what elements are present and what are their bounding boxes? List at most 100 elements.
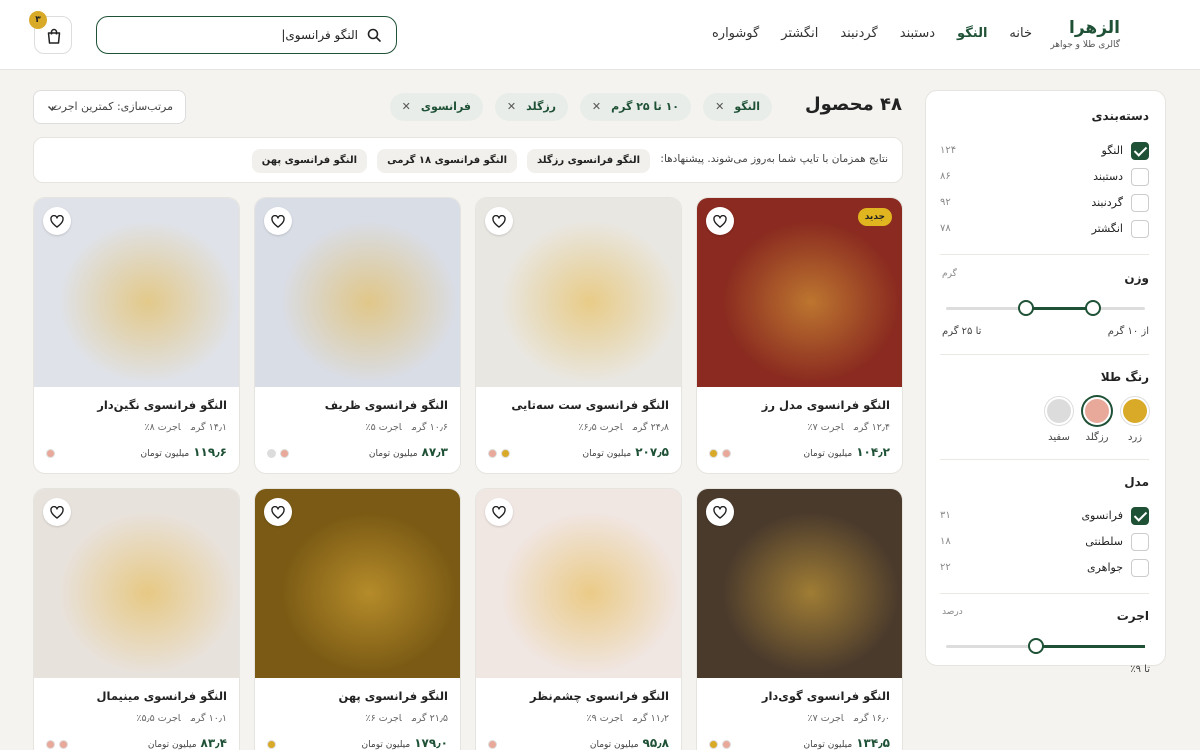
filter-chip[interactable]: رزگلد ✕ (494, 93, 568, 121)
checkbox[interactable] (1131, 507, 1149, 525)
color-swatch-rosegold[interactable] (1083, 397, 1111, 425)
checkbox[interactable] (1131, 220, 1149, 238)
product-card[interactable]: النگو فرانسوی گوی‌دار ۱۶٫۰ گرم اجرت ۷٪ ۱۳۴٫… (696, 488, 903, 750)
price-unit: میلیون تومان (803, 740, 853, 750)
filter-label: گردنبند (1091, 196, 1123, 209)
filter-model-item[interactable]: جواهری ۲۲ (940, 558, 1149, 578)
nav-necklace[interactable]: گردنبند (840, 26, 877, 41)
product-name[interactable]: النگو فرانسوی مینیمال (97, 689, 227, 703)
suggestion-chip[interactable]: النگو فرانسوی رزگلد (526, 149, 650, 173)
weight-max-handle[interactable] (1017, 300, 1034, 316)
heart-icon[interactable] (43, 207, 71, 235)
checkbox[interactable] (1131, 168, 1149, 186)
product-name[interactable]: النگو فرانسوی ست سه‌تایی (511, 398, 669, 412)
color-dot[interactable] (722, 740, 731, 749)
filter-chip[interactable]: النگو ✕ (703, 93, 772, 121)
product-card[interactable]: النگو فرانسوی ست سه‌تایی ۲۴٫۸ گرم اجرت ۶٫۵… (475, 197, 682, 474)
product-card[interactable]: النگو فرانسوی چشم‌نظر ۱۱٫۲ گرم اجرت ۹٪ ۹۵٫۸… (475, 488, 682, 750)
checkbox[interactable] (1131, 559, 1149, 577)
color-swatch-white[interactable] (1045, 397, 1073, 425)
search-icon[interactable] (366, 27, 382, 43)
checkbox[interactable] (1131, 533, 1149, 551)
filter-category-item[interactable]: انگشتر ۷۸ (940, 219, 1149, 239)
product-card[interactable]: النگو فرانسوی پهن ۲۱٫۵ گرم اجرت ۶٪ ۱۷۹٫۰میل… (254, 488, 461, 750)
filter-model-title: مدل (1124, 475, 1149, 489)
color-swatch-yellow[interactable] (1121, 397, 1149, 425)
product-wage: اجرت ۵٪ (365, 422, 402, 433)
color-dot[interactable] (709, 740, 718, 749)
filter-model-item[interactable]: سلطنتی ۱۸ (940, 532, 1149, 552)
brand-tagline: گالری طلا و جواهر (1050, 40, 1120, 50)
wage-handle[interactable] (1027, 638, 1044, 654)
checkbox[interactable] (1131, 142, 1149, 160)
close-icon[interactable]: ✕ (507, 100, 516, 113)
color-dot[interactable] (280, 449, 289, 458)
product-name[interactable]: النگو فرانسوی گوی‌دار (762, 689, 890, 703)
search-input[interactable] (128, 25, 358, 45)
color-dot[interactable] (722, 449, 731, 458)
cart-button[interactable]: ۳ (29, 11, 72, 54)
filter-category-item[interactable]: گردنبند ۹۲ (940, 193, 1149, 213)
heart-icon[interactable] (485, 498, 513, 526)
weight-slider-range (1025, 307, 1094, 310)
color-dot[interactable] (267, 740, 276, 749)
heart-icon[interactable] (264, 207, 292, 235)
search-box (96, 16, 397, 54)
product-card[interactable]: جدید النگو فرانسوی مدل رز ۱۲٫۴ گرماجرت ۷٪ ۱… (696, 197, 903, 474)
color-dot[interactable] (46, 449, 55, 458)
weight-min-handle[interactable] (1085, 300, 1102, 316)
filter-category-item[interactable]: النگو ۱۲۴ (940, 141, 1149, 161)
suggestion-chip[interactable]: النگو فرانسوی پهن (251, 149, 367, 173)
color-label: زرد (1127, 432, 1143, 443)
close-icon[interactable]: ✕ (592, 100, 601, 113)
divider (940, 593, 1149, 594)
product-name[interactable]: النگو فرانسوی مدل رز (762, 398, 890, 412)
color-options (267, 740, 276, 749)
product-name[interactable]: النگو فرانسوی نگین‌دار (97, 398, 227, 412)
color-dot[interactable] (488, 449, 497, 458)
product-meta: ۱۰٫۱ گرم اجرت ۵٫۵٪ (126, 713, 227, 724)
product-name[interactable]: النگو فرانسوی چشم‌نظر (530, 689, 669, 703)
color-dot[interactable] (488, 740, 497, 749)
brand-logo[interactable]: الزهرا گالری طلا و جواهر (1050, 18, 1120, 50)
product-meta: ۱۰٫۶ گرم اجرت ۵٪ (356, 422, 448, 433)
price-value: ۱۷۹٫۰ (414, 736, 448, 750)
filter-chip[interactable]: ۱۰ تا ۲۵ گرم ✕ (579, 93, 691, 121)
close-icon[interactable]: ✕ (402, 100, 411, 113)
weight-unit: گرم (942, 269, 957, 279)
filter-count: ۸۶ (940, 171, 951, 182)
color-options (46, 449, 55, 458)
filter-category-item[interactable]: دستبند ۸۶ (940, 167, 1149, 187)
price-value: ۲۰۷٫۵ (635, 445, 669, 459)
filter-model-item[interactable]: فرانسوی ۳۱ (940, 506, 1149, 526)
product-wage: اجرت ۶٪ (365, 713, 402, 724)
product-name[interactable]: النگو فرانسوی ظریف (325, 398, 448, 412)
color-dot[interactable] (46, 740, 55, 749)
product-card[interactable]: النگو فرانسوی نگین‌دار ۱۴٫۱ گرم اجرت ۸٪ ۱۱۹… (33, 197, 240, 474)
price-value: ۱۳۴٫۵ (856, 736, 890, 750)
color-dot[interactable] (267, 449, 276, 458)
product-card[interactable]: النگو فرانسوی ظریف ۱۰٫۶ گرم اجرت ۵٪ ۸۷٫۳میل… (254, 197, 461, 474)
checkbox[interactable] (1131, 194, 1149, 212)
heart-icon[interactable] (485, 207, 513, 235)
product-name[interactable]: النگو فرانسوی پهن (338, 689, 448, 703)
filter-chip[interactable]: فرانسوی ✕ (389, 93, 483, 121)
color-dot[interactable] (59, 740, 68, 749)
heart-icon[interactable] (264, 498, 292, 526)
sort-dropdown[interactable]: مرتب‌سازی: کمترین اجرت (33, 90, 186, 124)
nav-bangle[interactable]: النگو (957, 26, 987, 41)
nav-earring[interactable]: گوشواره (712, 26, 759, 41)
suggestion-chip[interactable]: النگو فرانسوی ۱۸ گرمی (377, 149, 517, 173)
heart-icon[interactable] (706, 498, 734, 526)
heart-icon[interactable] (43, 498, 71, 526)
nav-bracelet[interactable]: دستبند (900, 26, 935, 41)
product-wage: اجرت ۶٫۵٪ (578, 422, 623, 433)
nav-home[interactable]: خانه (1009, 26, 1032, 41)
color-dot[interactable] (709, 449, 718, 458)
heart-icon[interactable] (706, 207, 734, 235)
filter-label: سلطنتی (1085, 535, 1123, 548)
color-dot[interactable] (501, 449, 510, 458)
close-icon[interactable]: ✕ (715, 100, 724, 113)
product-card[interactable]: النگو فرانسوی مینیمال ۱۰٫۱ گرم اجرت ۵٫۵٪ ۸۳… (33, 488, 240, 750)
nav-ring[interactable]: انگشتر (781, 26, 818, 41)
